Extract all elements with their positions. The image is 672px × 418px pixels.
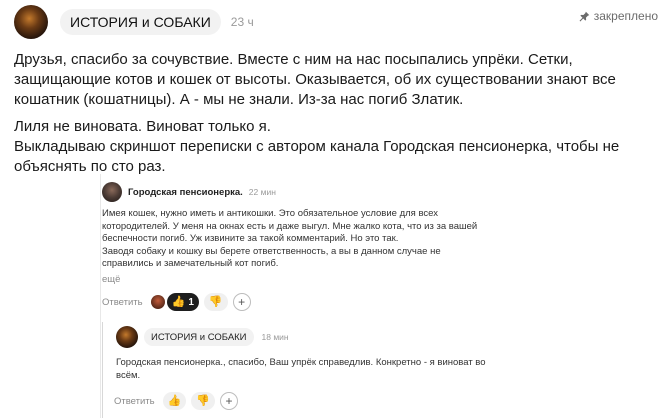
add-reaction-button: +	[220, 392, 239, 410]
thread-line	[102, 322, 103, 418]
like-pill: 👍	[162, 392, 187, 410]
channel-avatar[interactable]	[14, 5, 48, 39]
dislike-pill: 👎	[191, 392, 216, 410]
post-paragraph-2-line-2: Выкладываю скриншот переписки с автором …	[14, 138, 620, 175]
divider	[100, 174, 101, 418]
reply-line: всём.	[116, 370, 141, 381]
pinned-indicator: закреплено	[579, 9, 658, 23]
reactor-avatar	[150, 295, 165, 309]
pin-icon	[579, 11, 590, 21]
reply-button: Ответить	[102, 296, 143, 308]
embedded-screenshot: Городская пенсионерка. 22 мин Имея кошек…	[88, 174, 642, 418]
thumbs-up-icon: 👍	[167, 394, 182, 407]
comment-line: котородителей. У меня на окнах есть и да…	[102, 220, 478, 232]
pinned-label: закреплено	[593, 9, 658, 23]
add-reaction-button: +	[232, 293, 251, 311]
post-paragraph-2-line-1: Лиля не виновата. Виноват только я.	[14, 118, 271, 135]
reply-button: Ответить	[114, 395, 155, 407]
show-more-link: ещё	[102, 274, 121, 285]
post-paragraph-2: Лиля не виновата. Виноват только я. Выкл…	[14, 117, 664, 177]
post-paragraph-1: Друзья, спасибо за сочувствие. Вместе с …	[14, 51, 616, 108]
channel-name[interactable]: ИСТОРИЯ и СОБАКИ	[70, 14, 211, 30]
channel-name-chip[interactable]: ИСТОРИЯ и СОБАКИ	[60, 9, 221, 35]
reply-line: Городская пенсионерка., спасибо, Ваш упр…	[116, 357, 486, 368]
plus-icon: +	[225, 394, 233, 408]
thumbs-down-icon: 👎	[196, 394, 211, 407]
post-header: ИСТОРИЯ и СОБАКИ 23 ч	[14, 5, 672, 39]
comment-line: Заводя собаку и кошку вы берете ответств…	[102, 245, 441, 257]
comment-time: 22 мин	[248, 187, 276, 197]
comment-line: справились и замечательный кот погиб.	[102, 258, 279, 269]
like-pill: 👍 1	[166, 293, 199, 311]
reply-avatar	[116, 326, 138, 348]
plus-icon: +	[238, 295, 246, 309]
commenter-name: Городская пенсионерка.	[128, 186, 243, 198]
thumbs-up-icon: 👍	[171, 295, 186, 308]
commenter-avatar	[102, 182, 122, 202]
comment-header: Городская пенсионерка. 22 мин	[102, 182, 276, 202]
reply-header: ИСТОРИЯ и СОБАКИ 18 мин	[116, 326, 289, 348]
comment-actions: Ответить 👍 1 👎 +	[102, 293, 251, 311]
reply-time: 18 мин	[261, 332, 289, 342]
reply-author: ИСТОРИЯ и СОБАКИ	[151, 331, 247, 343]
reply-text: Городская пенсионерка., спасибо, Ваш упр…	[116, 356, 546, 382]
comment-text: Имея кошек, нужно иметь и антикошки. Это…	[102, 208, 522, 271]
comment-line: Имея кошек, нужно иметь и антикошки. Это…	[102, 208, 438, 219]
post-time: 23 ч	[230, 15, 254, 29]
reply-author-chip: ИСТОРИЯ и СОБАКИ	[144, 328, 254, 346]
thumbs-down-icon: 👎	[208, 295, 223, 308]
dislike-pill: 👎	[203, 293, 228, 311]
like-count: 1	[188, 296, 194, 308]
reply-actions: Ответить 👍 👎 +	[114, 392, 239, 410]
comment-line: беспечности погиб. Уж извините за такой …	[102, 233, 399, 244]
